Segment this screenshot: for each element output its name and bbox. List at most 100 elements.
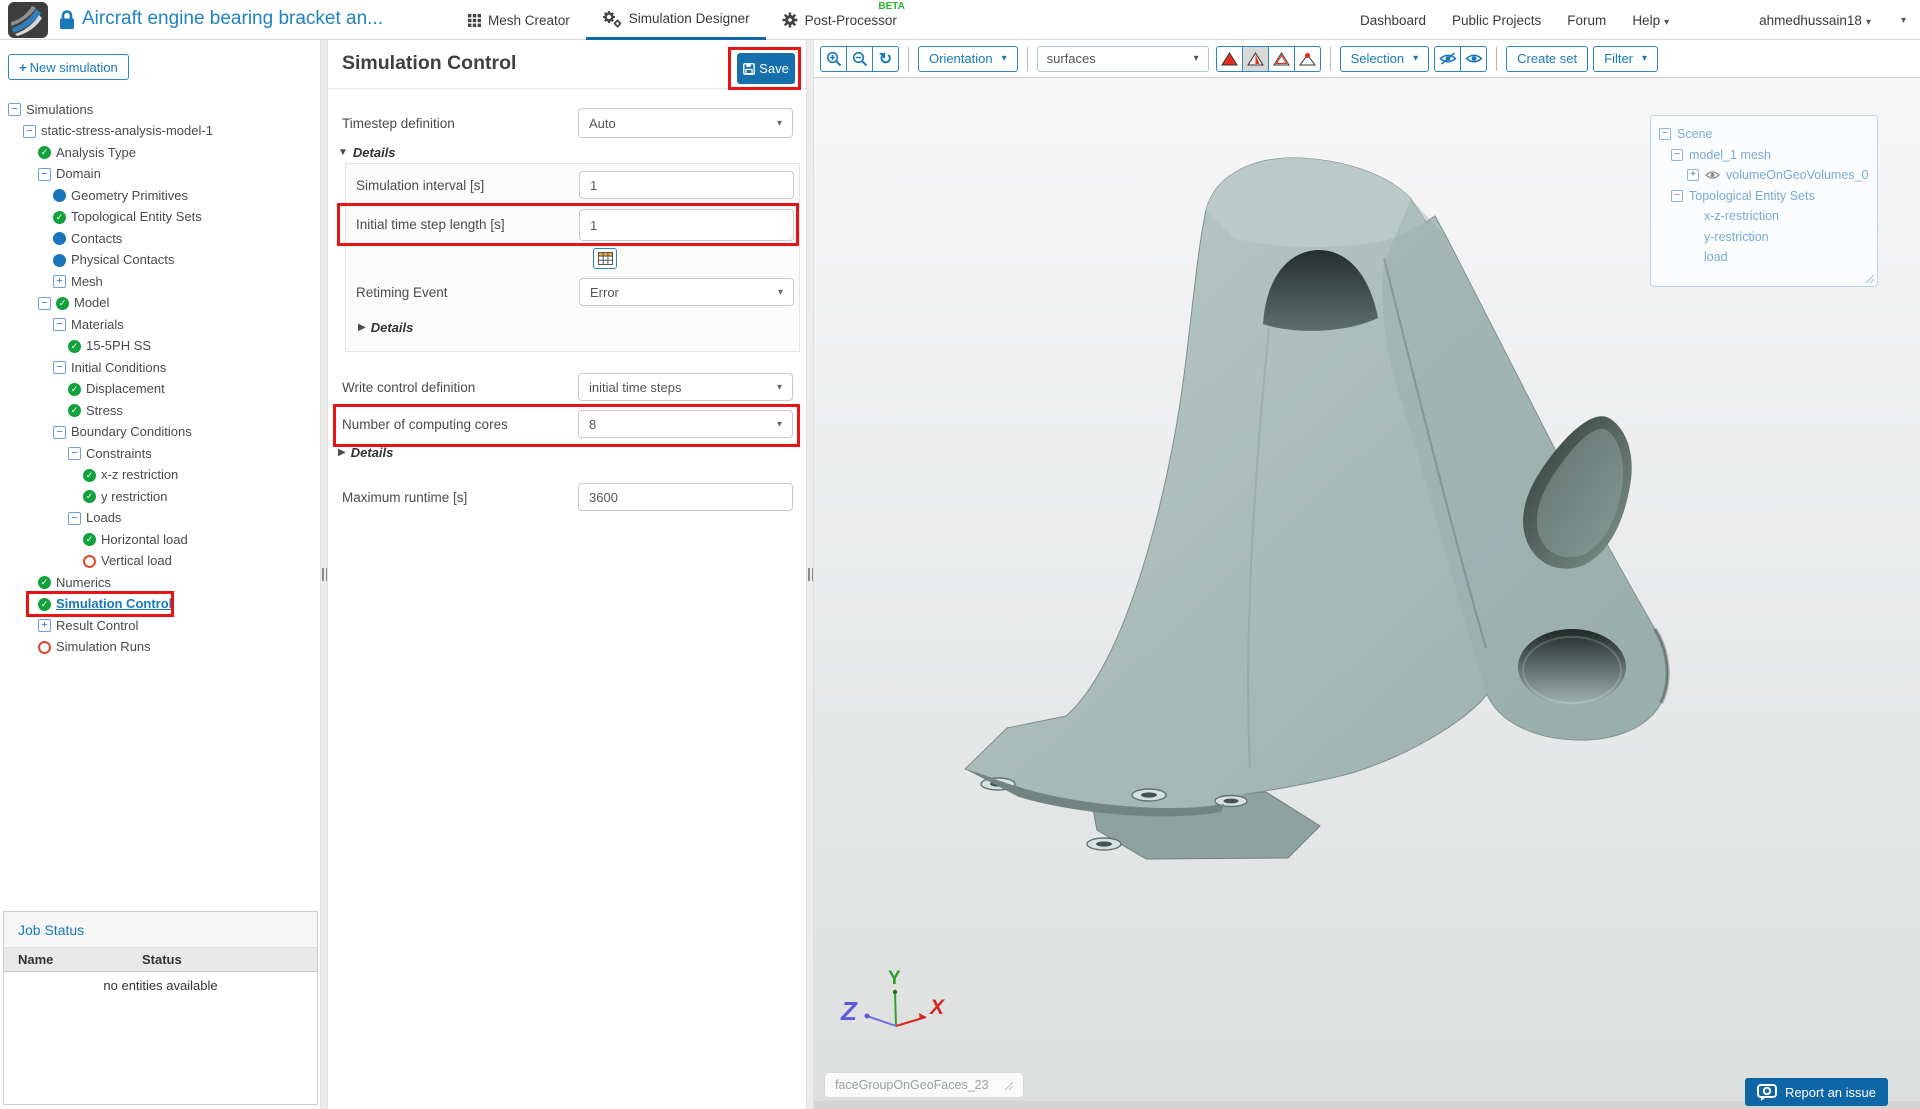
collapse-icon[interactable]: − [1659,128,1671,140]
collapse-icon[interactable]: − [8,103,21,116]
timestep-definition-select[interactable]: Auto▾ [578,108,793,138]
tab-mesh-creator[interactable]: Mesh Creator [452,0,586,40]
tree-item-displacement[interactable]: ✓Displacement [0,379,320,401]
collapse-icon[interactable]: − [1671,149,1683,161]
sidebar-splitter[interactable] [320,40,328,1109]
tree-item-constraints[interactable]: −Constraints [0,443,320,465]
user-menu[interactable]: ahmedhussain18▾ [1759,13,1871,28]
tree-item-contacts[interactable]: Contacts [0,228,320,250]
tree-item-result-control[interactable]: +Result Control [0,615,320,637]
collapse-icon[interactable]: − [53,426,66,439]
tree-item-15-5ph-ss[interactable]: ✓15-5PH SS [0,336,320,358]
divider [328,88,806,89]
computing-cores-select[interactable]: 8▾ [578,410,793,438]
zoom-out-button[interactable] [846,46,873,72]
expand-icon[interactable]: + [38,619,51,632]
points-mode-button[interactable] [1294,46,1321,72]
solid-mode-button[interactable] [1216,46,1243,72]
table-values-button[interactable] [593,248,617,269]
initial-time-step-input[interactable] [579,209,794,241]
save-icon [743,63,755,75]
tree-item-mesh[interactable]: +Mesh [0,271,320,293]
collapse-icon[interactable]: − [1671,190,1683,202]
tree-item-materials[interactable]: −Materials [0,314,320,336]
nav-forum[interactable]: Forum [1567,13,1606,28]
details-toggle-collapsed-2[interactable]: ▶ Details [338,445,393,460]
face-group-name-box[interactable]: faceGroupOnGeoFaces_23 [824,1072,1024,1098]
tree-item-numerics[interactable]: ✓Numerics [0,572,320,594]
orientation-button[interactable]: Orientation▾ [918,46,1018,72]
tree-item-simulation-control[interactable]: ✓Simulation Control [0,594,320,616]
collapse-icon[interactable]: − [53,361,66,374]
tab-simulation-designer[interactable]: Simulation Designer [586,0,766,40]
panel-splitter[interactable] [806,40,814,1109]
tree-item-analysis-type[interactable]: ✓Analysis Type [0,142,320,164]
details-toggle-collapsed[interactable]: ▶ Details [358,320,413,335]
retiming-event-select[interactable]: Error▾ [579,278,794,306]
simulation-interval-input[interactable] [579,171,794,199]
new-simulation-button[interactable]: + New simulation [8,54,129,80]
max-runtime-input[interactable] [578,483,793,511]
tab-post-processor[interactable]: BETA Post-Processor [766,0,913,40]
half-triangle-icon [1247,52,1264,66]
expand-icon[interactable]: + [1687,169,1699,181]
refresh-view-button[interactable]: ↻ [872,46,899,72]
tree-item-x-z-restriction[interactable]: ✓x-z restriction [0,465,320,487]
scene-item-load[interactable]: load [1651,247,1877,268]
write-control-select[interactable]: initial time steps▾ [578,373,793,401]
expand-icon[interactable]: + [53,275,66,288]
zoom-in-button[interactable] [820,46,847,72]
report-issue-button[interactable]: Report an issue [1745,1078,1888,1106]
eye-icon[interactable] [1705,170,1720,180]
tree-item-simulations[interactable]: −Simulations [0,99,320,121]
save-button[interactable]: Save [737,53,795,84]
hide-selection-button[interactable] [1434,46,1461,72]
nav-dashboard[interactable]: Dashboard [1360,13,1426,28]
create-set-button[interactable]: Create set [1506,46,1588,72]
nav-help-menu[interactable]: Help▾ [1632,13,1669,28]
collapse-icon[interactable]: − [68,447,81,460]
collapse-icon[interactable]: − [38,168,51,181]
tree-item-vertical-load[interactable]: Vertical load [0,551,320,573]
tree-item-horizontal-load[interactable]: ✓Horizontal load [0,529,320,551]
tree-item-physical-contacts[interactable]: Physical Contacts [0,250,320,272]
resize-handle-icon[interactable] [1864,273,1874,283]
collapse-icon[interactable]: − [53,318,66,331]
tree-item-loads[interactable]: −Loads [0,508,320,530]
collapse-icon[interactable]: − [38,297,51,310]
tree-item-initial-conditions[interactable]: −Initial Conditions [0,357,320,379]
render-mode-select[interactable]: surfaces▾ [1037,46,1209,72]
lock-icon [58,9,76,31]
scene-item-topological-entity-sets[interactable]: −Topological Entity Sets [1651,186,1877,207]
filter-button[interactable]: Filter▾ [1593,46,1658,72]
scene-item-scene[interactable]: −Scene [1651,124,1877,145]
window-menu-caret[interactable]: ▾ [1901,15,1906,26]
tree-item-label: Horizontal load [101,533,188,547]
selection-button[interactable]: Selection▾ [1340,46,1430,72]
nav-public-projects[interactable]: Public Projects [1452,13,1541,28]
tree-item-y-restriction[interactable]: ✓y restriction [0,486,320,508]
collapse-icon[interactable]: − [68,512,81,525]
3d-canvas[interactable]: −Scene−model_1 mesh+volumeOnGeoVolumes_0… [814,78,1920,1101]
tree-item-geometry-primitives[interactable]: Geometry Primitives [0,185,320,207]
tree-item-topological-entity-sets[interactable]: ✓Topological Entity Sets [0,207,320,229]
wireframe-mode-button[interactable] [1268,46,1295,72]
check-status-icon: ✓ [68,383,81,396]
divider [1330,47,1331,71]
tree-item-static-stress-analysis-model-1[interactable]: −static-stress-analysis-model-1 [0,121,320,143]
tree-item-simulation-runs[interactable]: Simulation Runs [0,637,320,659]
scene-item-x-z-restriction[interactable]: x-z-restriction [1651,206,1877,227]
collapse-icon[interactable]: − [23,125,36,138]
tree-item-boundary-conditions[interactable]: −Boundary Conditions [0,422,320,444]
tree-item-label: x-z restriction [101,468,178,482]
details-toggle-open[interactable]: ▼ Details [338,145,396,160]
tree-item-model[interactable]: −✓Model [0,293,320,315]
scene-item-y-restriction[interactable]: y-restriction [1651,227,1877,248]
tree-item-stress[interactable]: ✓Stress [0,400,320,422]
tree-item-domain[interactable]: −Domain [0,164,320,186]
surface-mode-button[interactable] [1242,46,1269,72]
tree-item-label: Vertical load [101,554,172,568]
scene-item-volumeongeovolumes-0[interactable]: +volumeOnGeoVolumes_0 [1651,165,1877,186]
scene-item-model-1-mesh[interactable]: −model_1 mesh [1651,145,1877,166]
show-selection-button[interactable] [1460,46,1487,72]
